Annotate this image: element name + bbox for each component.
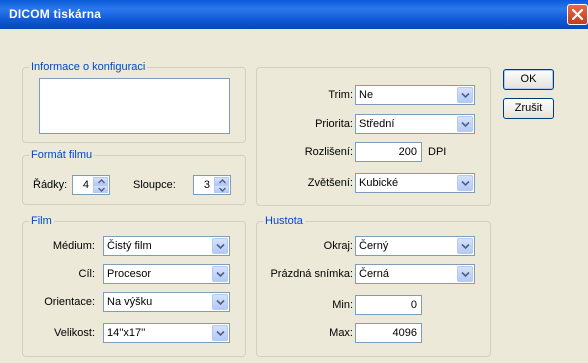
spin-down-icon [98, 187, 105, 192]
columns-label: Sloupce: [133, 179, 176, 191]
trim-value: Ne [359, 89, 374, 101]
ok-button-label: OK [520, 73, 537, 85]
dicom-printer-dialog: DICOM tiskárna Informace o konfiguraci F… [0, 0, 588, 363]
priority-label: Priorita: [315, 118, 353, 130]
chevron-down-icon [461, 92, 470, 99]
chevron-down-icon [216, 271, 225, 278]
empty-image-dropdown-button[interactable] [457, 266, 473, 282]
orientation-label: Orientace: [44, 296, 95, 308]
size-value: 14''x17'' [107, 327, 146, 339]
size-combo[interactable]: 14''x17'' [103, 323, 230, 343]
resolution-value: 200 [398, 146, 417, 158]
chevron-down-icon [461, 243, 470, 250]
resolution-field[interactable]: 200 [355, 142, 422, 162]
medium-dropdown-button[interactable] [212, 238, 228, 254]
trim-dropdown-button[interactable] [457, 87, 473, 103]
magnification-value: Kubické [359, 177, 399, 189]
cancel-button-label: Zrušit [514, 102, 543, 114]
max-field[interactable]: 4096 [355, 323, 422, 343]
empty-image-label: Prázdná snímka: [270, 268, 353, 280]
columns-down-button[interactable] [214, 185, 229, 193]
size-label: Velikost: [54, 327, 95, 339]
max-label: Max: [329, 327, 353, 339]
target-value: Procesor [107, 268, 152, 280]
trim-label: Trim: [328, 89, 353, 101]
orientation-dropdown-button[interactable] [212, 294, 228, 310]
rows-value: 4 [82, 179, 89, 191]
ok-button[interactable]: OK [503, 69, 554, 90]
close-icon [572, 9, 583, 20]
max-value: 4096 [392, 327, 417, 339]
border-dropdown-button[interactable] [457, 238, 473, 254]
film-format-group-label: Formát filmu [29, 148, 95, 162]
magnification-dropdown-button[interactable] [457, 175, 473, 191]
film-format-group: Formát filmu Řádky: 4 Sloupce: 3 [22, 148, 246, 205]
border-value: Černý [359, 240, 389, 252]
priority-value: Střední [359, 118, 395, 130]
medium-value: Čistý film [107, 240, 152, 252]
rows-up-button[interactable] [93, 177, 108, 185]
columns-value: 3 [203, 179, 210, 191]
spin-up-icon [219, 179, 226, 184]
target-combo[interactable]: Procesor [103, 264, 230, 284]
priority-dropdown-button[interactable] [457, 116, 473, 132]
orientation-combo[interactable]: Na výšku [103, 292, 230, 312]
rows-spinner[interactable]: 4 [72, 175, 110, 195]
config-info-group-label: Informace o konfiguraci [29, 60, 148, 74]
empty-image-value: Černá [359, 268, 389, 280]
min-label: Min: [332, 299, 353, 311]
config-info-group: Informace o konfiguraci [22, 60, 246, 143]
print-settings-group: Trim: Ne Priorita: Střední Rozlišení: 20… [256, 67, 491, 206]
cancel-button[interactable]: Zrušit [503, 98, 554, 119]
trim-combo[interactable]: Ne [355, 85, 475, 105]
resolution-unit: DPI [428, 146, 447, 158]
spin-up-icon [98, 179, 105, 184]
empty-image-combo[interactable]: Černá [355, 264, 475, 284]
density-group-label: Hustota [263, 214, 305, 228]
magnification-label: Zvětšení: [307, 177, 353, 189]
rows-down-button[interactable] [93, 185, 108, 193]
min-field[interactable]: 0 [355, 295, 422, 315]
film-group-label: Film [29, 214, 54, 228]
magnification-combo[interactable]: Kubické [355, 173, 475, 193]
film-group: Film Médium: Čistý film Cíl: Procesor Or… [22, 214, 246, 357]
chevron-down-icon [461, 121, 470, 128]
border-label: Okraj: [323, 240, 353, 252]
min-value: 0 [410, 299, 417, 311]
columns-spinner[interactable]: 3 [193, 175, 231, 195]
chevron-down-icon [461, 271, 470, 278]
chevron-down-icon [216, 299, 225, 306]
columns-up-button[interactable] [214, 177, 229, 185]
chevron-down-icon [216, 243, 225, 250]
target-dropdown-button[interactable] [212, 266, 228, 282]
density-group: Hustota Okraj: Černý Prázdná snímka: Čer… [256, 214, 491, 357]
border-combo[interactable]: Černý [355, 236, 475, 256]
window-title: DICOM tiskárna [9, 7, 102, 21]
size-dropdown-button[interactable] [212, 325, 228, 341]
rows-label: Řádky: [33, 179, 68, 191]
title-bar[interactable]: DICOM tiskárna [0, 0, 588, 29]
resolution-label: Rozlišení: [304, 146, 353, 158]
chevron-down-icon [216, 330, 225, 337]
medium-combo[interactable]: Čistý film [103, 236, 230, 256]
priority-combo[interactable]: Střední [355, 114, 475, 134]
medium-label: Médium: [52, 240, 95, 252]
close-button[interactable] [567, 4, 588, 25]
chevron-down-icon [461, 180, 470, 187]
spin-down-icon [219, 187, 226, 192]
orientation-value: Na výšku [107, 296, 153, 308]
config-info-textarea[interactable] [39, 78, 230, 134]
target-label: Cíl: [78, 268, 96, 280]
